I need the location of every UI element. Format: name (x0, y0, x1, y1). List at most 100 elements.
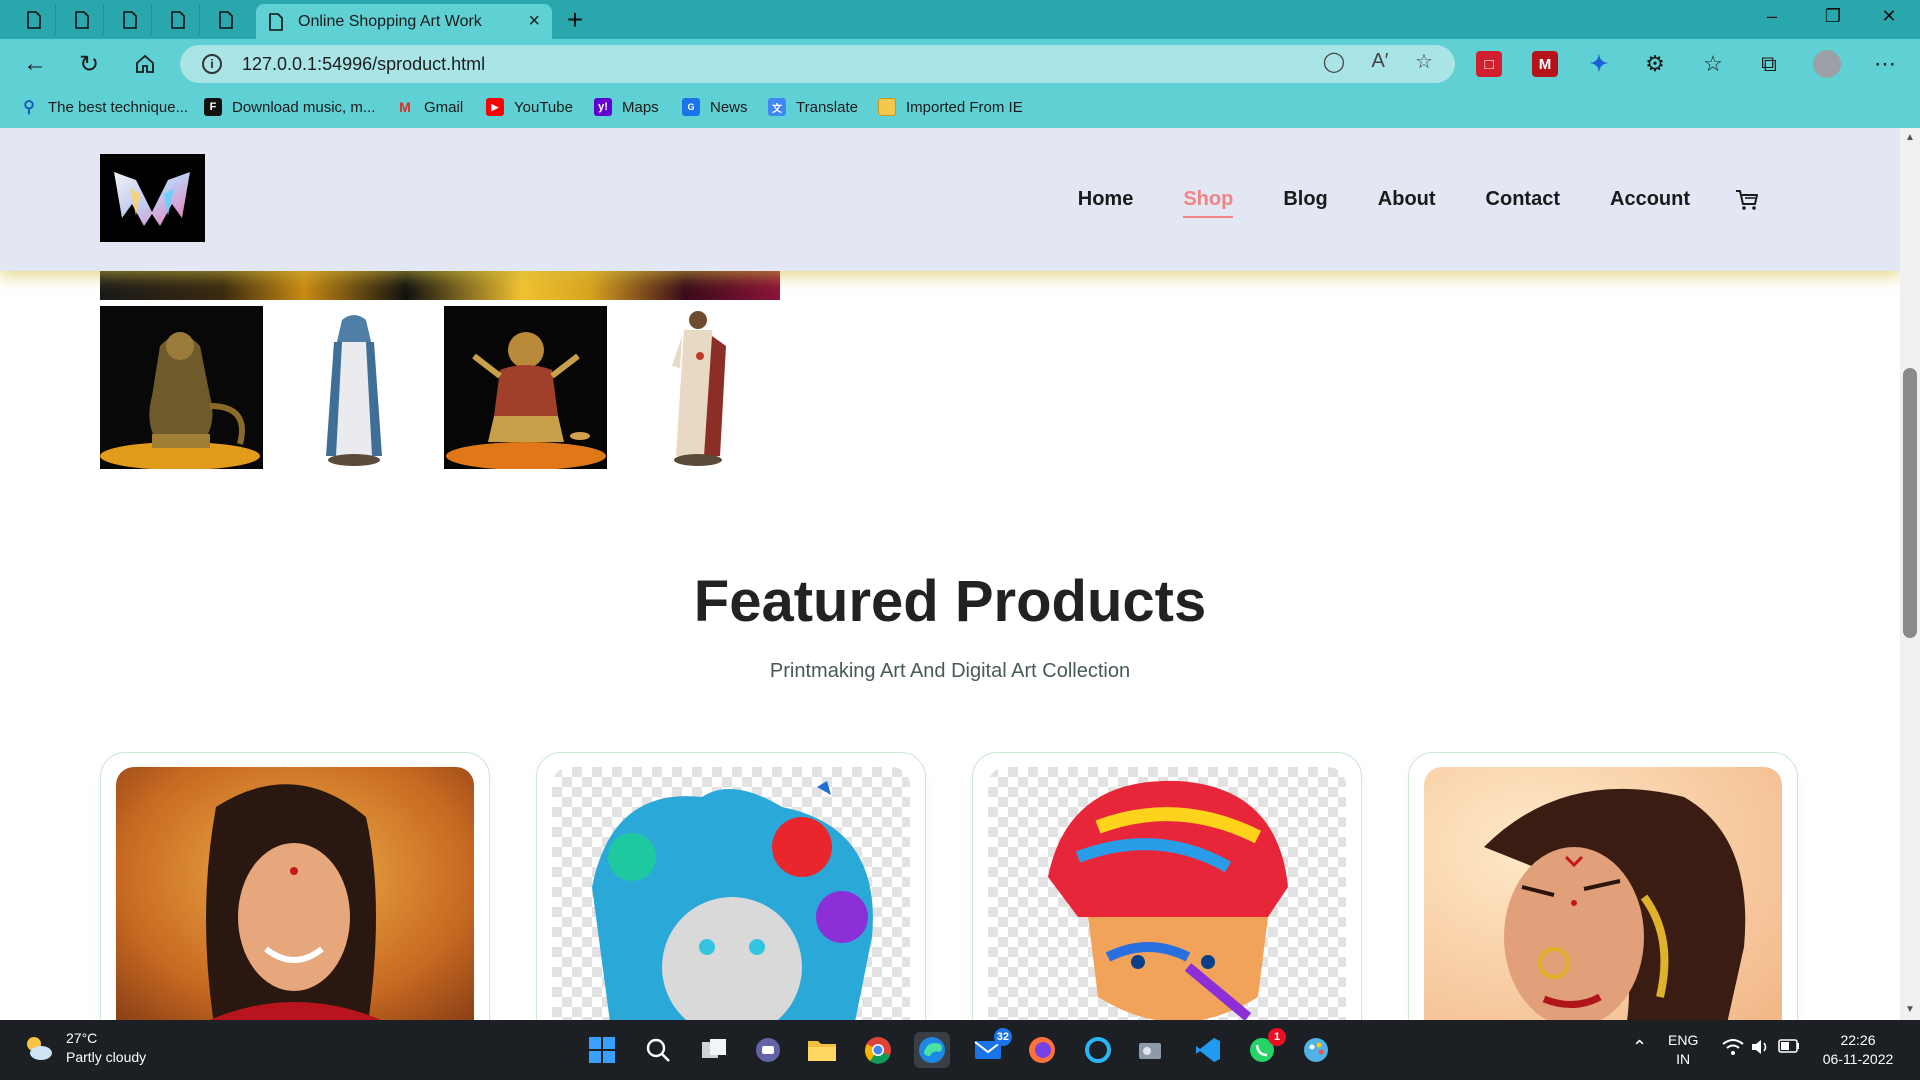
nav-account[interactable]: Account (1610, 188, 1690, 211)
news-icon: G (682, 98, 700, 116)
tab-page-icon[interactable] (60, 4, 104, 35)
active-tab[interactable]: Online Shopping Art Work × (256, 4, 552, 39)
feather-extension-icon[interactable]: ✦ (1586, 51, 1612, 77)
search-icon: ⚲ (23, 99, 35, 116)
clock-date: 06-11-2022 (1822, 1051, 1894, 1067)
chrome-icon[interactable] (860, 1032, 896, 1068)
scrollbar-thumb[interactable] (1903, 368, 1917, 638)
minimize-button[interactable]: – (1752, 6, 1792, 27)
add-favorite-icon[interactable]: ☆ (1410, 47, 1438, 75)
address-bar[interactable]: i 127.0.0.1:54996/sproduct.html (180, 45, 1455, 83)
site-logo[interactable] (100, 154, 205, 242)
new-tab-button[interactable]: + (560, 5, 590, 35)
refresh-icon[interactable]: ↻ (74, 49, 104, 79)
scroll-down-arrow-icon[interactable]: ▼ (1903, 1004, 1917, 1018)
tab-page-icon[interactable] (156, 4, 200, 35)
extension-shield-icon[interactable]: □ (1476, 51, 1502, 77)
product-image-colorful-man-face[interactable] (988, 767, 1346, 1020)
main-navigation: Home Shop Blog About Contact Account (1028, 128, 1760, 271)
more-menu-icon[interactable]: ⋯ (1870, 49, 1900, 79)
tray-expand-chevron-icon[interactable]: ⌃ (1632, 1038, 1647, 1057)
cortana-icon[interactable] (1080, 1032, 1116, 1068)
translate-icon: 文 (768, 98, 786, 116)
nav-about[interactable]: About (1378, 188, 1436, 211)
bookmark-best-technique[interactable]: ⚲ The best technique... (20, 98, 188, 117)
page-viewport: Home Shop Blog About Contact Account Fea… (0, 128, 1900, 1020)
featured-products-title: Featured Products (693, 569, 1207, 634)
whatsapp-icon[interactable]: 1 (1244, 1028, 1286, 1068)
whatsapp-badge: 1 (1268, 1028, 1286, 1046)
bookmark-gmail[interactable]: M Gmail (396, 98, 463, 116)
clock-time: 22:26 (1840, 1032, 1876, 1048)
youtube-icon: ▶ (486, 98, 504, 116)
battery-icon[interactable] (1778, 1039, 1800, 1058)
scroll-up-arrow-icon[interactable]: ▲ (1903, 132, 1917, 146)
bookmark-download-music[interactable]: F Download music, m... (204, 98, 375, 116)
wifi-icon[interactable] (1722, 1038, 1744, 1061)
language-code: ENG (1668, 1032, 1699, 1048)
info-icon[interactable]: i (202, 54, 222, 74)
thumbnail-mary-statue[interactable] (272, 306, 435, 469)
language-indicator[interactable]: ENG IN (1668, 1031, 1698, 1069)
extensions-puzzle-icon[interactable]: ⚙ (1640, 49, 1670, 79)
bookmark-label: Translate (796, 98, 858, 116)
teams-chat-icon[interactable] (750, 1032, 786, 1068)
bookmark-imported-folder[interactable]: Imported From IE (878, 98, 1023, 116)
edge-icon[interactable] (914, 1032, 950, 1068)
home-icon[interactable] (130, 49, 160, 79)
nav-shop[interactable]: Shop (1183, 188, 1234, 218)
site-header: Home Shop Blog About Contact Account (0, 128, 1900, 271)
file-explorer-icon[interactable] (804, 1032, 840, 1068)
product-image-bride-portrait[interactable] (1424, 767, 1782, 1020)
nav-blog[interactable]: Blog (1283, 188, 1327, 211)
back-arrow-icon[interactable]: ← (20, 49, 50, 79)
task-view-icon[interactable] (696, 1032, 732, 1068)
weather-temperature: 27°C (66, 1030, 98, 1046)
firefox-icon[interactable] (1024, 1032, 1060, 1068)
product-card[interactable] (100, 752, 490, 1020)
mcafee-icon[interactable]: M (1532, 51, 1558, 77)
product-card[interactable] (536, 752, 926, 1020)
url-text[interactable]: 127.0.0.1:54996/sproduct.html (242, 54, 485, 75)
product-card[interactable] (972, 752, 1362, 1020)
profile-avatar-icon[interactable] (1813, 50, 1841, 78)
product-card[interactable] (1408, 752, 1798, 1020)
thumbnail-ganesha-statue[interactable] (444, 306, 607, 469)
featured-products-subtitle: Printmaking Art And Digital Art Collecti… (769, 660, 1131, 682)
bookmarks-bar: ⚲ The best technique... F Download music… (0, 89, 1920, 128)
search-icon[interactable] (640, 1032, 676, 1068)
weather-widget[interactable]: 27°C Partly cloudy (22, 1029, 146, 1067)
favorites-icon[interactable]: ☆ (1698, 49, 1728, 79)
nav-contact[interactable]: Contact (1486, 188, 1560, 211)
bookmark-translate[interactable]: 文 Translate (768, 98, 858, 116)
collections-icon[interactable]: ⧉ (1754, 49, 1784, 79)
tab-page-icon[interactable] (204, 4, 248, 35)
tab-page-icon[interactable] (108, 4, 152, 35)
thumbnail-hanuman-statue[interactable] (100, 306, 263, 469)
shopping-cart-icon[interactable] (1734, 187, 1760, 213)
product-image-woman-portrait[interactable] (116, 767, 474, 1020)
media-app-icon[interactable] (1134, 1032, 1170, 1068)
bookmark-news[interactable]: G News (682, 98, 748, 116)
bookmark-maps[interactable]: y! Maps (594, 98, 659, 116)
tag-icon[interactable]: ◯ (1320, 47, 1348, 75)
region-code: IN (1676, 1051, 1691, 1067)
volume-icon[interactable] (1750, 1038, 1772, 1061)
nav-home[interactable]: Home (1078, 188, 1134, 211)
close-tab-icon[interactable]: × (528, 10, 540, 33)
browser-tab-bar: Online Shopping Art Work × + – ❐ ✕ (0, 0, 1920, 39)
mail-icon[interactable]: 32 (970, 1028, 1012, 1068)
bookmark-youtube[interactable]: ▶ YouTube (486, 98, 573, 116)
vscode-icon[interactable] (1190, 1032, 1226, 1068)
thumbnail-jesus-statue[interactable] (616, 306, 779, 469)
paint-app-icon[interactable] (1298, 1032, 1334, 1068)
clock[interactable]: 22:26 06-11-2022 (1818, 1031, 1898, 1069)
close-window-button[interactable]: ✕ (1869, 6, 1909, 27)
yahoo-icon: y! (594, 98, 612, 116)
tab-page-icon[interactable] (12, 4, 56, 35)
restore-button[interactable]: ❐ (1813, 6, 1853, 27)
partly-cloudy-icon (27, 1037, 52, 1060)
read-aloud-icon[interactable]: A′ (1366, 47, 1394, 75)
windows-start-icon[interactable] (584, 1032, 620, 1068)
product-image-colorful-lion[interactable] (552, 767, 910, 1020)
